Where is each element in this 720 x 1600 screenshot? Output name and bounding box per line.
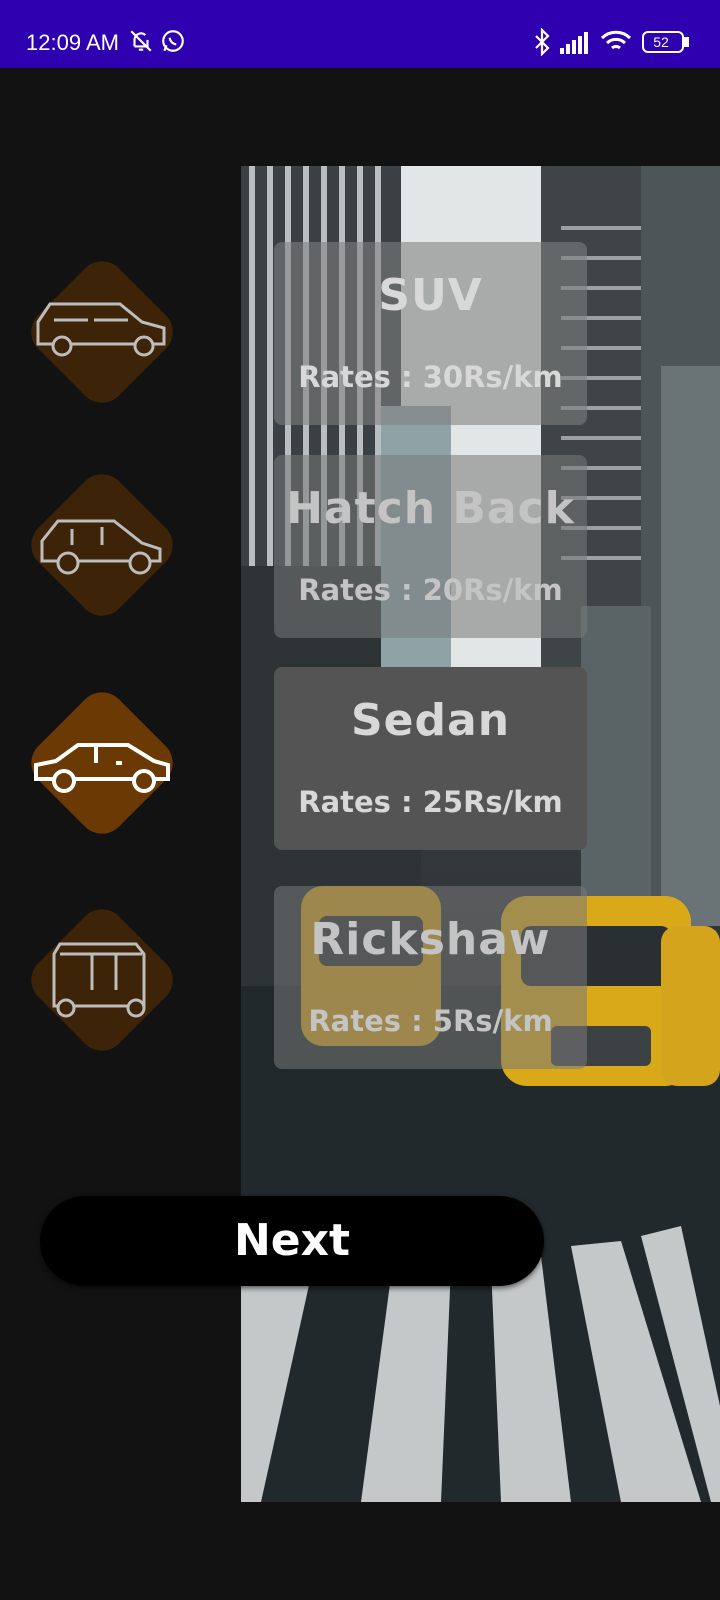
sedan-option[interactable]: [21, 682, 183, 844]
wifi-icon: [600, 30, 632, 58]
suv-card[interactable]: SUV Rates : 30Rs/km: [274, 242, 587, 425]
next-button[interactable]: Next: [40, 1196, 544, 1286]
battery-level: 52: [653, 34, 669, 50]
card-title: SUV: [378, 270, 483, 321]
rickshaw-icon: [52, 942, 146, 1018]
status-time: 12:09 AM: [26, 30, 119, 55]
signal-icon: [560, 32, 590, 58]
whatsapp-icon: [160, 28, 186, 58]
rickshaw-option[interactable]: [21, 899, 183, 1061]
status-bar: 12:09 AM 52: [0, 0, 720, 68]
suv-option[interactable]: [21, 251, 183, 413]
card-title: Hatch Back: [286, 483, 575, 534]
suv-icon: [36, 302, 166, 357]
card-title: Rickshaw: [310, 914, 551, 965]
hatchback-option[interactable]: [21, 464, 183, 626]
sedan-card[interactable]: Sedan Rates : 25Rs/km: [274, 667, 587, 850]
card-rate: Rates : 20Rs/km: [298, 573, 563, 607]
hatchback-icon: [40, 519, 162, 575]
bluetooth-icon: [532, 27, 552, 60]
card-rate: Rates : 5Rs/km: [308, 1004, 553, 1038]
card-rate: Rates : 25Rs/km: [298, 785, 563, 819]
rickshaw-card[interactable]: Rickshaw Rates : 5Rs/km: [274, 886, 587, 1069]
card-rate: Rates : 30Rs/km: [298, 360, 563, 394]
mute-notification-icon: [128, 28, 154, 58]
card-title: Sedan: [350, 695, 511, 746]
hatchback-card[interactable]: Hatch Back Rates : 20Rs/km: [274, 455, 587, 638]
sedan-icon: [34, 743, 170, 793]
